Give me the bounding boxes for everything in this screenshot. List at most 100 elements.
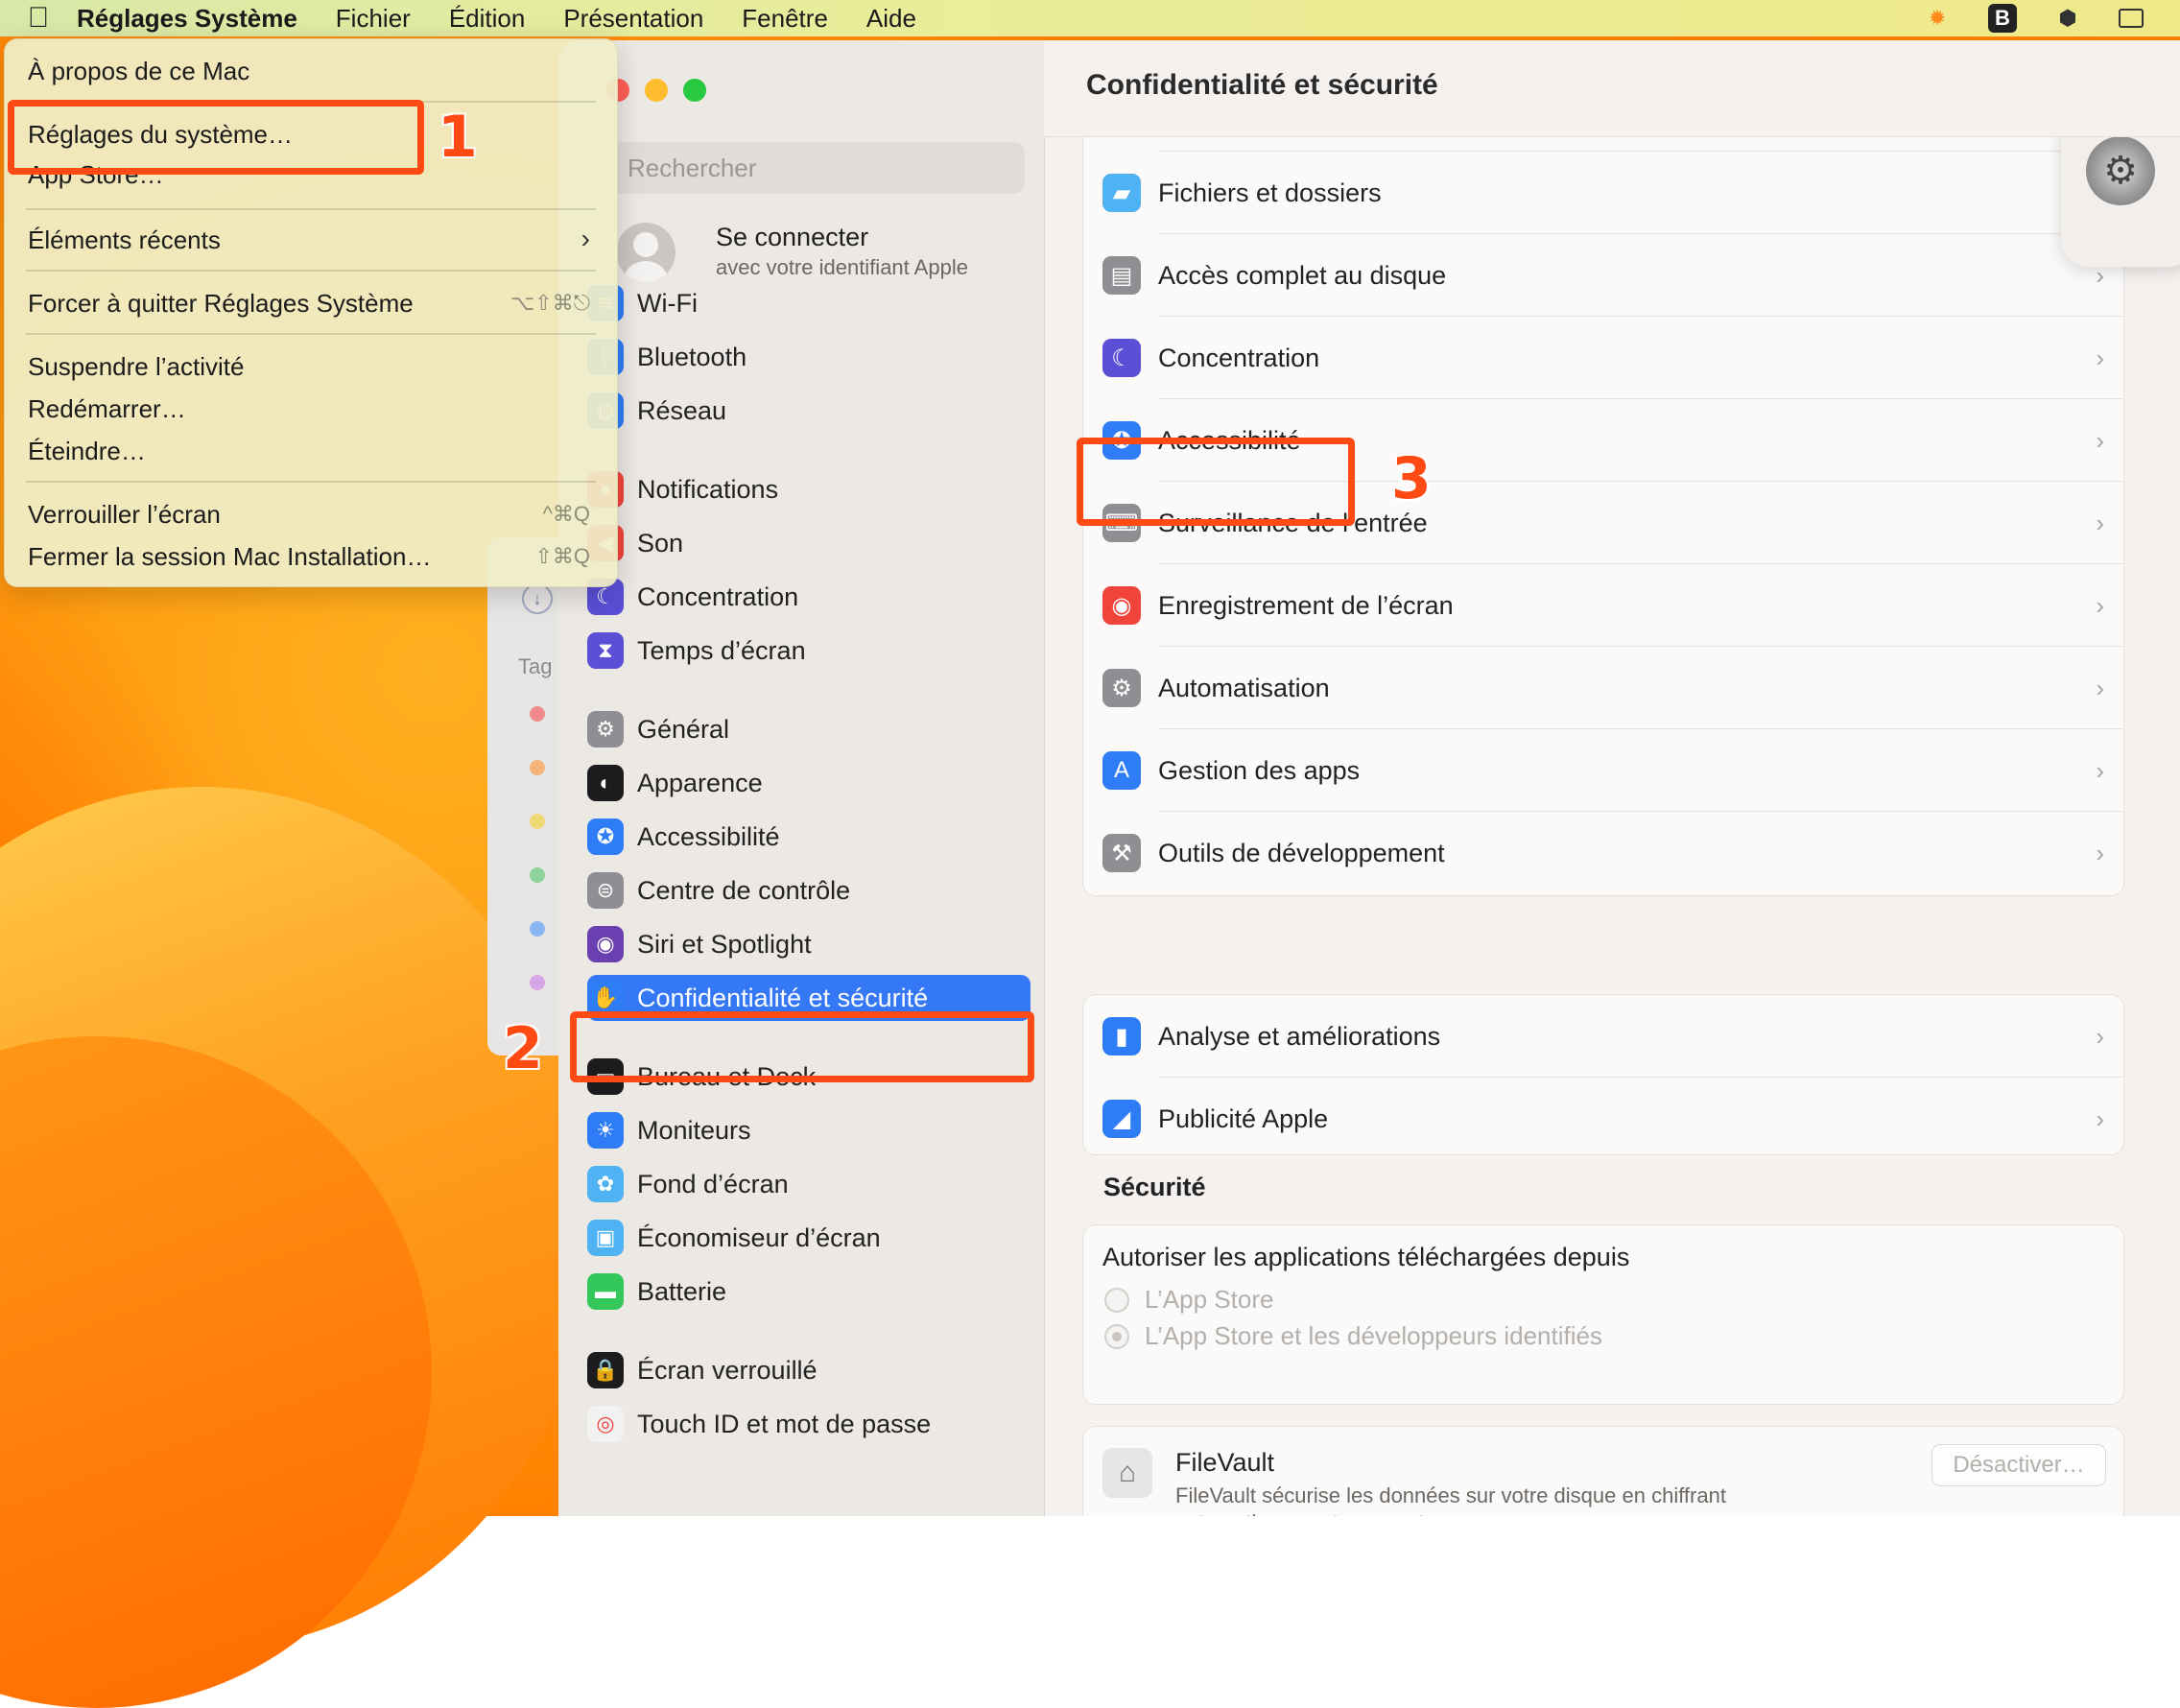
menu-restart[interactable]: Redémarrer… [28, 394, 186, 424]
sidebar-item-19[interactable]: 🔒 Écran verrouillé [587, 1347, 1031, 1393]
tag-red-dot[interactable] [530, 706, 545, 722]
menu-fenetre[interactable]: Fenêtre [742, 4, 828, 34]
sidebar-item-10[interactable]: ✪ Accessibilité [587, 814, 1031, 860]
sun-icon: ☀ [587, 1112, 624, 1149]
menu-bar:  Réglages Système Fichier Édition Prése… [0, 0, 2180, 36]
sidebar-item-label: Apparence [637, 768, 763, 797]
radio-circle [1104, 1287, 1129, 1313]
privacy-row-privacy_rows-9[interactable]: A Gestion des apps › [1083, 729, 2123, 812]
menu-shutdown[interactable]: Éteindre… [28, 437, 146, 466]
row-label: Enregistrement de l’écran [1158, 590, 1454, 620]
row-label: Gestion des apps [1158, 755, 1361, 785]
sidebar-item-4[interactable]: ●Notifications [587, 466, 1031, 512]
content-pane: Confidentialité et sécurité ♪Médias et A… [1044, 40, 2180, 1516]
privacy-row-analytics_rows-2[interactable]: ◢ Publicité Apple › [1083, 1078, 2123, 1160]
shield-status-icon[interactable]: ⬢ [2053, 4, 2082, 33]
b-status-icon[interactable]: B [1988, 4, 2017, 33]
menu-about[interactable]: À propos de ce Mac [28, 57, 249, 86]
radio-circle [1104, 1323, 1129, 1349]
sidebar-item-9[interactable]: ◐ Apparence [587, 760, 1031, 806]
sidebar-item-2[interactable]: ᛒBluetooth [587, 334, 1031, 380]
allow-apps-question: Autoriser les applications téléchargées … [1102, 1243, 1630, 1271]
sidebar-item-label: Fond d’écran [637, 1169, 789, 1198]
menu-app-name[interactable]: Réglages Système [77, 4, 297, 34]
tag-yellow-dot[interactable] [530, 814, 545, 829]
radio-label: L’App Store et les développeurs identifi… [1145, 1321, 1602, 1350]
radio-app-store[interactable]: L’App Store [1104, 1285, 1273, 1315]
tag-purple-dot[interactable] [530, 975, 545, 990]
menu-recent-items[interactable]: Éléments récents [28, 225, 221, 255]
sidebar-item-3[interactable]: ◍Réseau [587, 388, 1031, 434]
battery-status-icon[interactable] [2119, 9, 2144, 28]
annotation-number-3: 3 [1391, 445, 1432, 512]
chevron-right-icon: › [2096, 673, 2104, 702]
tag-blue-dot[interactable] [530, 921, 545, 937]
screensaver-icon: ▣ [587, 1220, 624, 1256]
toggles-icon: ⊜ [587, 872, 624, 909]
sidebar-item-label: Batterie [637, 1276, 727, 1306]
menu-separator [26, 270, 596, 272]
menu-presentation[interactable]: Présentation [563, 4, 703, 34]
privacy-row-privacy_rows-3[interactable]: ▤ Accès complet au disque › [1083, 234, 2123, 317]
sidebar-item-17[interactable]: ▣ Économiseur d’écran [587, 1215, 1031, 1261]
security-section-title: Sécurité [1103, 1173, 1206, 1201]
tag-orange-dot[interactable] [530, 760, 545, 775]
menu-lock-screen[interactable]: Verrouiller l’écran [28, 500, 221, 530]
sidebar-item-label: Centre de contrôle [637, 875, 851, 905]
sidebar-item-12[interactable]: ◉ Siri et Spotlight [587, 921, 1031, 967]
annotation-number-1: 1 [438, 104, 478, 171]
highlight-box-2 [570, 1011, 1034, 1082]
sidebar-item-label: Écran verrouillé [637, 1355, 818, 1385]
search-placeholder: Rechercher [628, 153, 757, 182]
privacy-row-privacy_rows-8[interactable]: ⚙ Automatisation › [1083, 647, 2123, 729]
sidebar: Rechercher Se connecter avec votre ident… [558, 40, 1045, 1516]
filevault-disable-button[interactable]: Désactiver… [1931, 1444, 2106, 1486]
sidebar-item-label: Moniteurs [637, 1115, 751, 1145]
sidebar-item-label: Siri et Spotlight [637, 929, 812, 959]
sun-status-icon[interactable]: ✹ [1923, 4, 1952, 33]
sidebar-item-5[interactable]: ◀Son [587, 520, 1031, 566]
radio-label: L’App Store [1145, 1285, 1274, 1314]
privacy-row-privacy_rows-7[interactable]: ◉ Enregistrement de l’écran › [1083, 564, 2123, 647]
account-subtitle: avec votre identifiant Apple [716, 255, 968, 279]
analytics-card: ▮ Analyse et améliorations › ◢ Publicité App… [1082, 994, 2124, 1155]
menu-logout[interactable]: Fermer la session Mac Installation… [28, 542, 431, 572]
search-field[interactable]: Rechercher [606, 142, 1025, 194]
sidebar-item-18[interactable]: ▬ Batterie [587, 1269, 1031, 1315]
sidebar-item-16[interactable]: ✿ Fond d’écran [587, 1161, 1031, 1207]
sidebar-item-label: Économiseur d’écran [637, 1222, 881, 1252]
sidebar-item-label: Notifications [637, 474, 779, 504]
sidebar-item-8[interactable]: ⚙ Général [587, 706, 1031, 752]
disk-icon: ▤ [1102, 256, 1141, 295]
privacy-row-privacy_rows-2[interactable]: ▰ Fichiers et dossiers [1083, 152, 2123, 234]
menu-fichier[interactable]: Fichier [336, 4, 411, 34]
menu-sleep[interactable]: Suspendre l’activité [28, 352, 244, 382]
row-label: Fichiers et dossiers [1158, 178, 1382, 207]
privacy-row-privacy_rows-4[interactable]: ☾ Concentration › [1083, 317, 2123, 399]
sidebar-item-7[interactable]: ⧗ Temps d’écran [587, 628, 1031, 674]
sidebar-item-11[interactable]: ⊜ Centre de contrôle [587, 867, 1031, 913]
menu-edition[interactable]: Édition [449, 4, 526, 34]
filevault-icon: ⌂ [1102, 1448, 1152, 1498]
radio-app-store-identified[interactable]: L’App Store et les développeurs identifi… [1104, 1321, 1602, 1351]
privacy-row-analytics_rows-1[interactable]: ▮ Analyse et améliorations › [1083, 995, 2123, 1078]
accessibility-icon: ✪ [587, 818, 624, 855]
sidebar-item-20[interactable]: ◎ Touch ID et mot de passe [587, 1401, 1031, 1447]
menu-aide[interactable]: Aide [866, 4, 916, 34]
sidebar-item-15[interactable]: ☀ Moniteurs [587, 1107, 1031, 1153]
sidebar-item-label: Réseau [637, 395, 727, 425]
menu-force-quit[interactable]: Forcer à quitter Réglages Système [28, 289, 414, 319]
minimize-button[interactable] [645, 79, 668, 102]
privacy-row-privacy_rows-10[interactable]: ⚒ Outils de développement › [1083, 812, 2123, 894]
sidebar-item-1[interactable]: ≋Wi-Fi [587, 280, 1031, 326]
sidebar-item-6[interactable]: ☾ Concentration [587, 574, 1031, 620]
highlight-box-3 [1077, 438, 1355, 526]
zoom-button[interactable] [683, 79, 706, 102]
allow-apps-card: Autoriser les applications téléchargées … [1082, 1224, 2124, 1405]
apple-logo-icon[interactable]:  [0, 2, 77, 35]
tag-green-dot[interactable] [530, 867, 545, 883]
sidebar-item-label: Touch ID et mot de passe [637, 1409, 932, 1438]
sidebar-item-label: Général [637, 714, 730, 744]
hammer-icon: ⚒ [1102, 834, 1141, 872]
chart-icon: ▮ [1102, 1017, 1141, 1056]
